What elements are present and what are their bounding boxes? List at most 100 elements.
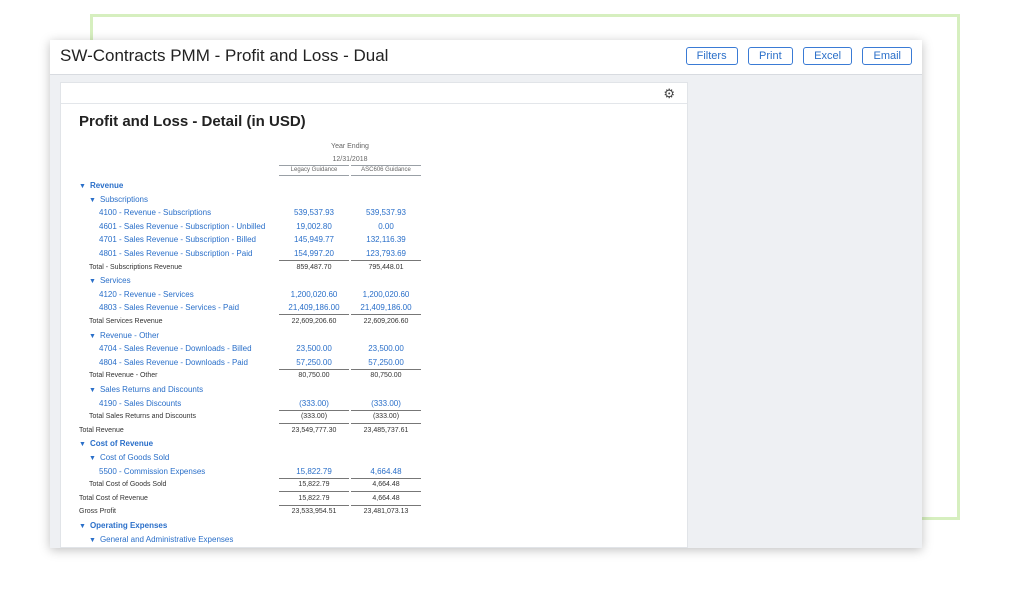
legacy-value[interactable]: 19,002.80 <box>279 221 349 232</box>
email-button[interactable]: Email <box>862 47 912 65</box>
asc606-value[interactable]: 4,664.48 <box>351 466 421 477</box>
subsection-label[interactable]: ▼ Cost of Goods Sold <box>89 452 169 464</box>
asc606-value: 22,609,206.60 <box>363 318 409 325</box>
legacy-value: 23,533,954.51 <box>291 508 337 516</box>
legacy-value[interactable]: 21,409,186.00 <box>279 302 349 313</box>
row-label-text: Services <box>99 276 131 286</box>
asc606-value[interactable]: 21,409,186.00 <box>351 302 421 313</box>
asc606-value: 4,664.48 <box>372 481 400 489</box>
triangle-down-icon[interactable]: ▼ <box>89 537 96 544</box>
triangle-down-icon[interactable]: ▼ <box>89 387 96 394</box>
account-link[interactable]: 4701 - Sales Revenue - Subscription - Bi… <box>99 234 256 245</box>
account-link[interactable]: 4803 - Sales Revenue - Services - Paid <box>99 302 239 313</box>
account-row: 145,949.77 132,116.39 4701 - Sales Revenue… <box>61 234 687 246</box>
total-row: 23,549,777.30 23,485,737.61 Total Revenue <box>61 425 687 437</box>
total-row: 15,822.79 4,664.48 Total Cost of Goods Sol… <box>61 479 687 491</box>
asc606-value[interactable]: 539,537.93 <box>351 207 421 218</box>
report-panel: ⚙ Profit and Loss - Detail (in USD) Year… <box>60 82 688 548</box>
legacy-value[interactable]: 1,200,020.60 <box>279 289 349 300</box>
asc606-value: 23,481,073.13 <box>363 508 409 516</box>
account-link[interactable]: 4804 - Sales Revenue - Downloads - Paid <box>99 357 248 368</box>
total-label: Total Cost of Revenue <box>79 494 148 502</box>
subsection-label[interactable]: ▼ Revenue - Other <box>89 330 159 342</box>
section-row: ▼ Operating Expenses <box>61 520 687 532</box>
total-row: 80,750.00 80,750.00 Total Revenue - Other <box>61 370 687 382</box>
legacy-value: 80,750.00 <box>298 372 330 380</box>
subsection-label[interactable]: ▼ Services <box>89 275 131 287</box>
account-link[interactable]: 4120 - Revenue - Services <box>99 289 194 300</box>
report-window: SW-Contracts PMM - Profit and Loss - Dua… <box>50 40 922 548</box>
period-date: 12/31/2018 <box>332 156 368 163</box>
row-label-text: Sales Returns and Discounts <box>99 385 204 394</box>
total-label: Total Revenue <box>79 426 124 434</box>
header-rule <box>279 165 349 166</box>
column-header-asc606: ASC606 Guidance <box>361 167 411 173</box>
legacy-value: 859,487.70 <box>296 263 332 271</box>
triangle-down-icon[interactable]: ▼ <box>79 183 86 190</box>
section-label[interactable]: ▼ Cost of Revenue <box>79 438 153 450</box>
account-link[interactable]: 4601 - Sales Revenue - Subscription - Un… <box>99 221 265 232</box>
account-row: 21,409,186.00 21,409,186.00 4803 - Sales R… <box>61 302 687 314</box>
asc606-value[interactable]: (333.00) <box>351 398 421 409</box>
legacy-value: 23,549,777.30 <box>291 426 337 434</box>
row-label-text: Revenue - Other <box>99 330 160 340</box>
legacy-value[interactable]: 57,250.00 <box>279 357 349 368</box>
total-row: 15,822.79 4,664.48 Total Cost of Revenue <box>61 493 687 505</box>
gear-icon[interactable]: ⚙ <box>663 86 675 102</box>
subsection-row: ▼ General and Administrative Expenses <box>61 534 687 546</box>
account-link[interactable]: 4704 - Sales Revenue - Downloads - Bille… <box>99 343 252 354</box>
account-row: 539,537.93 539,537.93 4100 - Revenue - Sub… <box>61 207 687 219</box>
triangle-down-icon[interactable]: ▼ <box>89 455 96 462</box>
asc606-value[interactable]: 23,500.00 <box>351 343 421 354</box>
header-rule <box>279 175 349 176</box>
section-row: ▼ Revenue <box>61 180 687 192</box>
triangle-down-icon[interactable]: ▼ <box>79 523 86 530</box>
asc606-value[interactable]: 132,116.39 <box>351 234 421 245</box>
account-link[interactable]: 4801 - Sales Revenue - Subscription - Pa… <box>99 248 252 259</box>
account-row: 23,500.00 23,500.00 4704 - Sales Revenue -… <box>61 343 687 355</box>
total-label: Total Sales Returns and Discounts <box>89 413 196 421</box>
account-row: 154,997.20 123,793.69 4801 - Sales Revenue… <box>61 248 687 260</box>
asc606-value[interactable]: 0.00 <box>351 221 421 232</box>
asc606-value: 795,448.01 <box>368 263 404 271</box>
asc606-value[interactable]: 123,793.69 <box>351 248 421 259</box>
section-label[interactable]: ▼ Operating Expenses <box>79 520 167 532</box>
asc606-value[interactable]: 1,200,020.60 <box>351 289 421 300</box>
account-row: 1,200,020.60 1,200,020.60 4120 - Revenue -… <box>61 289 687 301</box>
triangle-down-icon[interactable]: ▼ <box>89 333 96 340</box>
subsection-label[interactable]: ▼ General and Administrative Expenses <box>89 534 233 546</box>
legacy-value: 15,822.79 <box>298 481 330 489</box>
legacy-value[interactable]: 23,500.00 <box>279 343 349 354</box>
legacy-value[interactable]: (333.00) <box>279 398 349 409</box>
legacy-value[interactable]: 539,537.93 <box>279 207 349 218</box>
print-button[interactable]: Print <box>748 47 793 65</box>
account-link[interactable]: 5500 - Commission Expenses <box>99 466 205 477</box>
triangle-down-icon[interactable]: ▼ <box>89 197 96 204</box>
asc606-value[interactable]: 57,250.00 <box>351 357 421 368</box>
subsection-label[interactable]: ▼ Sales Returns and Discounts <box>89 384 203 396</box>
legacy-value[interactable]: 15,822.79 <box>279 466 349 477</box>
legacy-value[interactable]: 145,949.77 <box>279 234 349 245</box>
triangle-down-icon[interactable]: ▼ <box>79 441 86 448</box>
row-label-text: Subscriptions <box>99 194 148 204</box>
triangle-down-icon[interactable]: ▼ <box>89 278 96 285</box>
account-row: 15,822.79 4,664.48 5500 - Commission Expen… <box>61 466 687 478</box>
legacy-value: (333.00) <box>300 413 328 421</box>
header-rule <box>351 165 421 166</box>
total-row: 23,533,954.51 23,481,073.13 Gross Profit <box>61 506 687 518</box>
row-label-text: Cost of Revenue <box>89 439 154 449</box>
excel-button[interactable]: Excel <box>803 47 853 65</box>
report-title: Profit and Loss - Detail (in USD) <box>79 113 306 130</box>
account-row: 19,002.80 0.00 4601 - Sales Revenue - Subs… <box>61 221 687 233</box>
legacy-value[interactable]: 154,997.20 <box>279 248 349 259</box>
account-link[interactable]: 4100 - Revenue - Subscriptions <box>99 207 211 218</box>
subsection-row: ▼ Sales Returns and Discounts <box>61 384 687 396</box>
row-label-text: Revenue <box>89 181 124 190</box>
subsection-label[interactable]: ▼ Subscriptions <box>89 194 148 206</box>
title-bar: SW-Contracts PMM - Profit and Loss - Dua… <box>50 40 922 75</box>
section-label[interactable]: ▼ Revenue <box>79 180 123 192</box>
panel-header: ⚙ <box>61 83 687 104</box>
total-row: (333.00) (333.00) Total Sales Returns and … <box>61 411 687 423</box>
filters-button[interactable]: Filters <box>685 47 738 65</box>
account-link[interactable]: 4190 - Sales Discounts <box>99 398 181 409</box>
